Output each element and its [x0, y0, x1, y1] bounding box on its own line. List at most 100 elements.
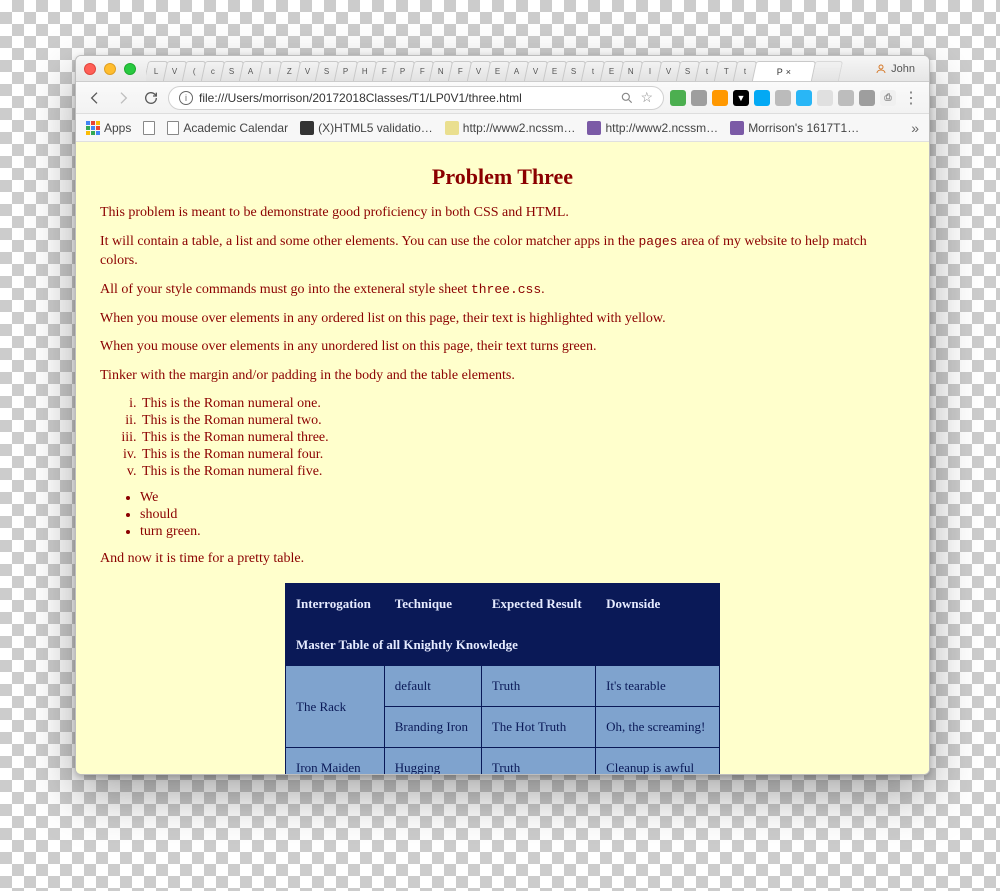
extension-icon[interactable] — [796, 90, 812, 106]
list-item[interactable]: This is the Roman numeral two. — [140, 413, 905, 429]
tab-label: I — [649, 67, 651, 76]
list-item[interactable]: This is the Roman numeral one. — [140, 396, 905, 412]
list-item[interactable]: This is the Roman numeral four. — [140, 447, 905, 463]
maximize-window-button[interactable] — [124, 63, 136, 75]
tab-label: t — [592, 67, 594, 76]
minimize-window-button[interactable] — [104, 63, 116, 75]
window-controls — [84, 63, 136, 75]
page-icon — [143, 121, 155, 135]
url-text: file:///Users/morrison/20172018Classes/T… — [199, 91, 614, 105]
tab-label: A — [248, 67, 253, 76]
tab-label: T — [723, 67, 728, 76]
bookmark-overflow-button[interactable]: » — [911, 120, 919, 136]
bookmark-item[interactable]: Academic Calendar — [167, 121, 288, 135]
star-icon[interactable]: ☆ — [640, 89, 653, 106]
tab-label: F — [457, 67, 462, 76]
extension-icon[interactable] — [670, 90, 686, 106]
paragraph: When you mouse over elements in any unor… — [100, 338, 905, 357]
new-tab-button[interactable] — [811, 61, 843, 81]
tab-label: P — [400, 67, 405, 76]
apps-label: Apps — [104, 121, 131, 135]
extension-icon[interactable] — [754, 90, 770, 106]
table-header: Technique — [384, 584, 481, 625]
close-window-button[interactable] — [84, 63, 96, 75]
table-cell: Truth — [481, 748, 595, 774]
code-text: pages — [638, 234, 677, 249]
tab-label: E — [609, 67, 614, 76]
paragraph: This problem is meant to be demonstrate … — [100, 204, 905, 223]
bookmark-item[interactable] — [143, 121, 155, 135]
back-button[interactable] — [84, 87, 106, 109]
text: All of your style commands must go into … — [100, 282, 471, 297]
bookmark-item[interactable]: http://www2.ncssm… — [445, 121, 576, 135]
table-cell: The Hot Truth — [481, 707, 595, 748]
browser-tab-active[interactable]: P× — [752, 61, 816, 81]
page-title: Problem Three — [100, 164, 905, 190]
tab-label: P — [343, 67, 348, 76]
favicon-icon — [587, 121, 601, 135]
extension-icon[interactable] — [817, 90, 833, 106]
code-text: three.css — [471, 282, 541, 297]
tab-strip: LV(cSAIZVSPHFPFNFVEAVEStENIVStTtP× — [146, 56, 869, 81]
list-item[interactable]: This is the Roman numeral three. — [140, 430, 905, 446]
bookmark-item[interactable]: http://www2.ncssm… — [587, 121, 718, 135]
table-cell: Hugging — [384, 748, 481, 774]
extension-icon[interactable]: ▼ — [733, 90, 749, 106]
arrow-right-icon — [115, 90, 131, 106]
extension-icon[interactable] — [691, 90, 707, 106]
extension-icons: ▼ ⎙ ⋮ — [670, 88, 921, 108]
profile-icon — [875, 63, 887, 75]
tab-label: V — [305, 67, 310, 76]
extension-icon[interactable] — [775, 90, 791, 106]
forward-button[interactable] — [112, 87, 134, 109]
arrow-left-icon — [87, 90, 103, 106]
reload-button[interactable] — [140, 87, 162, 109]
table-cell: The Rack — [286, 666, 385, 748]
list-item[interactable]: This is the Roman numeral five. — [140, 464, 905, 480]
page-info-icon[interactable]: i — [179, 91, 193, 105]
extension-icon[interactable] — [712, 90, 728, 106]
list-item[interactable]: turn green. — [140, 524, 905, 540]
table-caption: Master Table of all Knightly Knowledge — [286, 625, 720, 666]
tab-label: V — [476, 67, 481, 76]
extension-icon[interactable] — [838, 90, 854, 106]
address-bar[interactable]: i file:///Users/morrison/20172018Classes… — [168, 86, 664, 110]
profile-chip[interactable]: John — [869, 63, 921, 75]
list-item[interactable]: We — [140, 490, 905, 506]
close-tab-icon[interactable]: × — [786, 67, 791, 77]
tab-label: I — [269, 67, 271, 76]
paragraph: It will contain a table, a list and some… — [100, 233, 905, 271]
tab-label: F — [419, 67, 424, 76]
bookmark-item[interactable]: Morrison's 1617T1… — [730, 121, 859, 135]
table-header: Downside — [596, 584, 720, 625]
bookmark-label: http://www2.ncssm… — [463, 121, 576, 135]
w3c-icon — [300, 121, 314, 135]
favicon-icon — [730, 121, 744, 135]
table-cell: default — [384, 666, 481, 707]
bookmark-item[interactable]: (X)HTML5 validatio… — [300, 121, 433, 135]
zoom-icon[interactable] — [620, 91, 634, 105]
table-cell: Truth — [481, 666, 595, 707]
print-icon[interactable]: ⎙ — [880, 90, 896, 106]
extension-icon[interactable] — [859, 90, 875, 106]
reload-icon — [143, 90, 159, 106]
titlebar: LV(cSAIZVSPHFPFNFVEAVEStENIVStTtP× John — [76, 56, 929, 82]
apps-bookmark[interactable]: Apps — [86, 121, 131, 135]
menu-icon[interactable]: ⋮ — [901, 88, 921, 108]
page-icon — [167, 121, 179, 135]
tab-label: N — [628, 67, 634, 76]
text: . — [541, 282, 545, 297]
table-cell: Oh, the screaming! — [596, 707, 720, 748]
tab-label: V — [533, 67, 538, 76]
bookmark-label: http://www2.ncssm… — [605, 121, 718, 135]
text: It will contain a table, a list and some… — [100, 234, 638, 249]
list-item[interactable]: should — [140, 507, 905, 523]
tab-label: L — [154, 67, 158, 76]
tab-label: S — [571, 67, 576, 76]
tab-label: H — [362, 67, 368, 76]
paragraph: When you mouse over elements in any orde… — [100, 310, 905, 329]
tab-label: A — [514, 67, 519, 76]
tab-label: c — [211, 67, 215, 76]
profile-name: John — [891, 63, 915, 75]
bookmark-label: (X)HTML5 validatio… — [318, 121, 433, 135]
